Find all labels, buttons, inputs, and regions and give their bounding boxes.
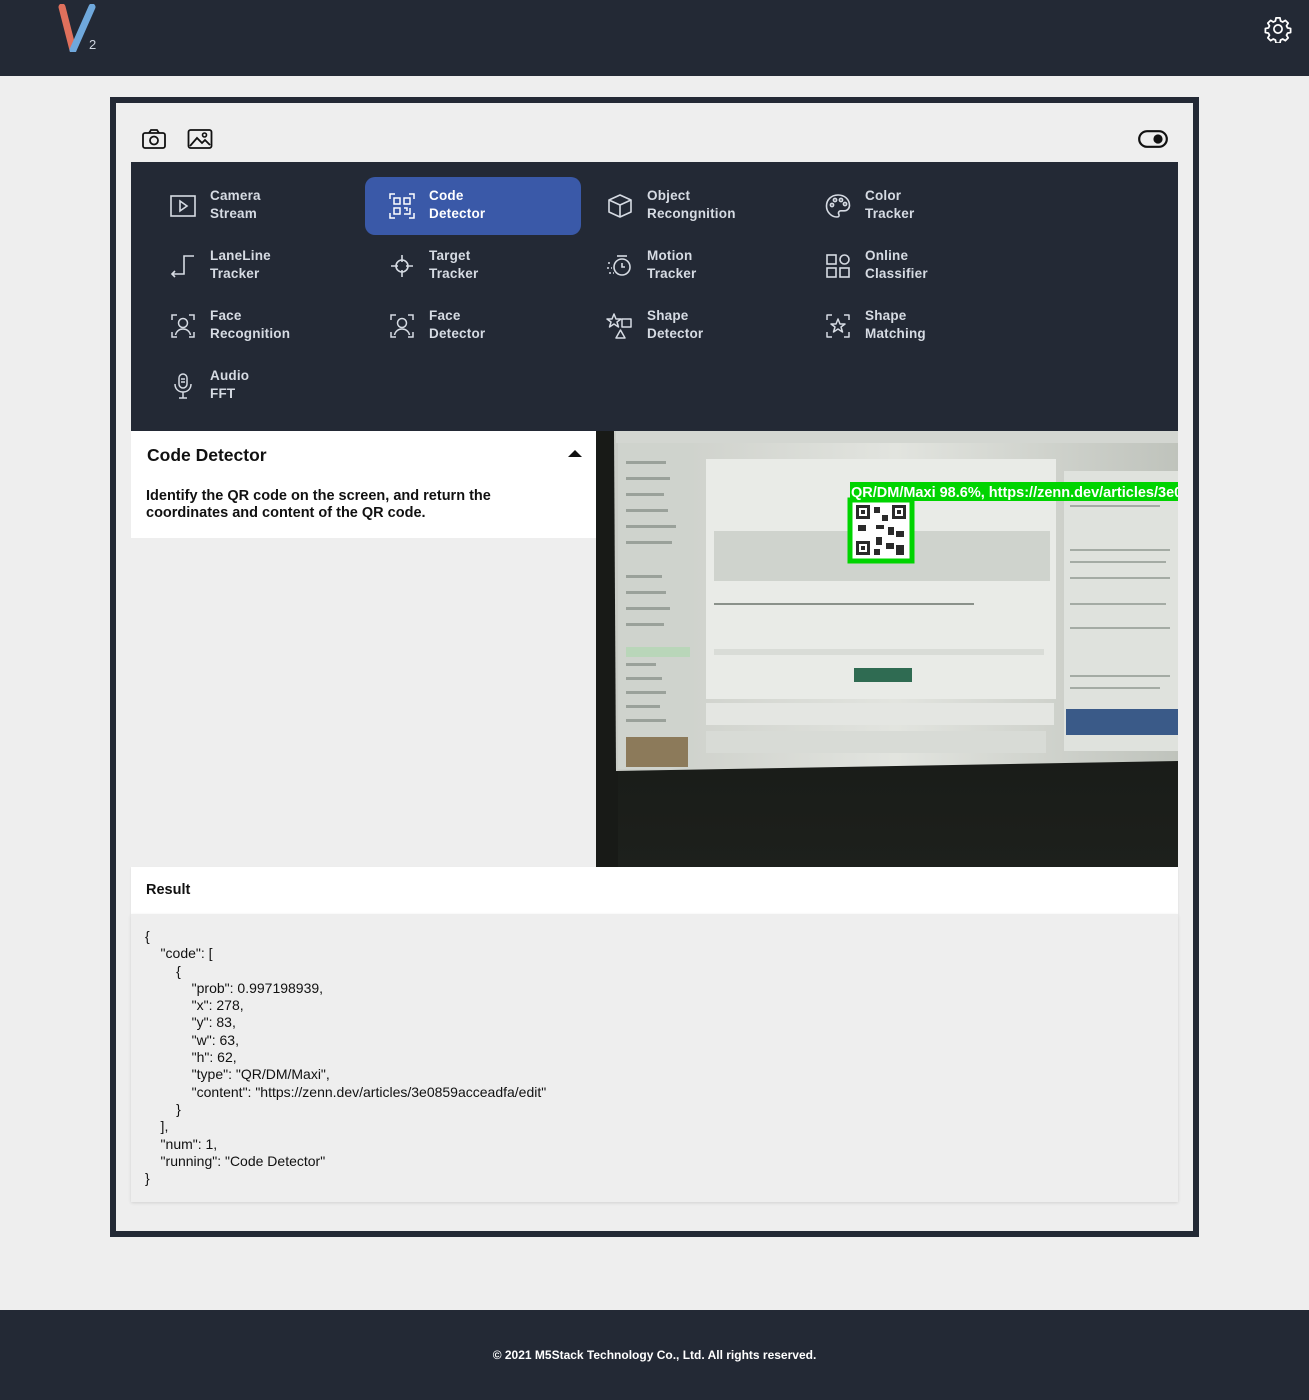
menu-item-label: Matching bbox=[865, 326, 926, 341]
menu-item-label: Classifier bbox=[865, 266, 928, 281]
menu-item-label: Face bbox=[429, 308, 461, 323]
logo: 2 bbox=[58, 4, 104, 54]
detection-label: QR/DM/Maxi 98.6%, https://zenn.dev/artic… bbox=[851, 485, 1178, 501]
camera-frame: QR/DM/Maxi 98.6%, https://zenn.dev/artic… bbox=[596, 431, 1178, 867]
logo-subscript: 2 bbox=[89, 37, 97, 52]
menu-item-label: LaneLine bbox=[210, 248, 271, 263]
qr-code-icon bbox=[389, 193, 415, 219]
image-icon[interactable] bbox=[187, 128, 213, 150]
motion-icon bbox=[607, 255, 631, 276]
detector-title: Code Detector bbox=[147, 445, 267, 465]
function-menu: Camera Stream Code Detector Object Recongni… bbox=[131, 162, 1178, 431]
menu-item-label: Detector bbox=[647, 326, 704, 341]
result-header: Result bbox=[131, 867, 1178, 914]
star-scan-icon bbox=[826, 314, 850, 338]
menu-item-label: Face bbox=[210, 308, 242, 323]
camera-icon[interactable] bbox=[141, 128, 167, 150]
menu-item-label: Motion bbox=[647, 248, 693, 263]
caret-up-icon[interactable] bbox=[566, 447, 584, 459]
menu-item-label: Code bbox=[429, 188, 464, 203]
menu-item-label: Recongnition bbox=[647, 206, 736, 221]
footer: © 2021 M5Stack Technology Co., Ltd. All … bbox=[0, 1310, 1309, 1400]
menu-item-label: Shape bbox=[865, 308, 907, 323]
menu-item-laneline-tracker[interactable]: LaneLine Tracker bbox=[146, 237, 362, 295]
menu-item-label: Detector bbox=[429, 326, 486, 341]
menu-item-audio-fft[interactable]: Audio FFT bbox=[146, 357, 362, 415]
crosshair-icon bbox=[391, 255, 413, 277]
menu-item-label: Online bbox=[865, 248, 909, 263]
lane-line-icon bbox=[170, 255, 194, 278]
menu-item-color-tracker[interactable]: Color Tracker bbox=[801, 177, 1017, 235]
menu-item-target-tracker[interactable]: Target Tracker bbox=[365, 237, 581, 295]
camera-view: QR/DM/Maxi 98.6%, https://zenn.dev/artic… bbox=[596, 431, 1178, 867]
menu-item-label: Audio bbox=[210, 368, 250, 383]
menu-item-object-recognition[interactable]: Object Recongnition bbox=[583, 177, 799, 235]
menu-item-label: Object bbox=[647, 188, 691, 203]
menu-item-label: Detector bbox=[429, 206, 486, 221]
menu-item-shape-detector[interactable]: Shape Detector bbox=[583, 297, 799, 355]
detector-description: Identify the QR code on the screen, and … bbox=[146, 488, 491, 521]
menu-item-code-detector[interactable]: Code Detector bbox=[365, 177, 581, 235]
menu-item-camera-stream[interactable]: Camera Stream bbox=[146, 177, 362, 235]
menu-item-label: Shape bbox=[647, 308, 689, 323]
menu-item-motion-tracker[interactable]: Motion Tracker bbox=[583, 237, 799, 295]
gear-icon[interactable] bbox=[1264, 15, 1292, 43]
menu-item-shape-matching[interactable]: Shape Matching bbox=[801, 297, 1017, 355]
cube-icon bbox=[608, 194, 632, 218]
grid-icon bbox=[826, 254, 850, 278]
menu-item-label: Tracker bbox=[429, 266, 479, 281]
menu-item-label: Color bbox=[865, 188, 902, 203]
menu-item-label: Tracker bbox=[647, 266, 697, 281]
shapes-icon bbox=[606, 313, 632, 339]
play-icon bbox=[170, 195, 196, 217]
top-bar: 2 bbox=[0, 0, 1309, 76]
menu-item-label: Tracker bbox=[865, 206, 915, 221]
copyright-text: © 2021 M5Stack Technology Co., Ltd. All … bbox=[492, 1348, 817, 1362]
result-title: Result bbox=[146, 882, 191, 898]
menu-item-online-classifier[interactable]: Online Classifier bbox=[801, 237, 1017, 295]
menu-item-label: Target bbox=[429, 248, 471, 263]
face-scan-icon bbox=[171, 314, 195, 338]
result-json: { "code": [ { "prob": 0.997198939, "x": … bbox=[145, 928, 547, 1187]
microphone-icon bbox=[174, 373, 192, 399]
menu-item-label: Camera bbox=[210, 188, 261, 203]
toggle-icon[interactable] bbox=[1138, 130, 1168, 148]
description-card: Code Detector Identify the QR code on th… bbox=[131, 431, 596, 538]
menu-item-label: Tracker bbox=[210, 266, 260, 281]
menu-item-label: Stream bbox=[210, 206, 257, 221]
menu-item-face-recognition[interactable]: Face Recognition bbox=[146, 297, 362, 355]
face-scan-icon bbox=[390, 314, 414, 338]
menu-item-label: FFT bbox=[210, 386, 236, 401]
palette-icon bbox=[825, 194, 851, 218]
result-panel: { "code": [ { "prob": 0.997198939, "x": … bbox=[131, 914, 1178, 1202]
menu-item-label: Recognition bbox=[210, 326, 291, 341]
menu-item-face-detector[interactable]: Face Detector bbox=[365, 297, 581, 355]
